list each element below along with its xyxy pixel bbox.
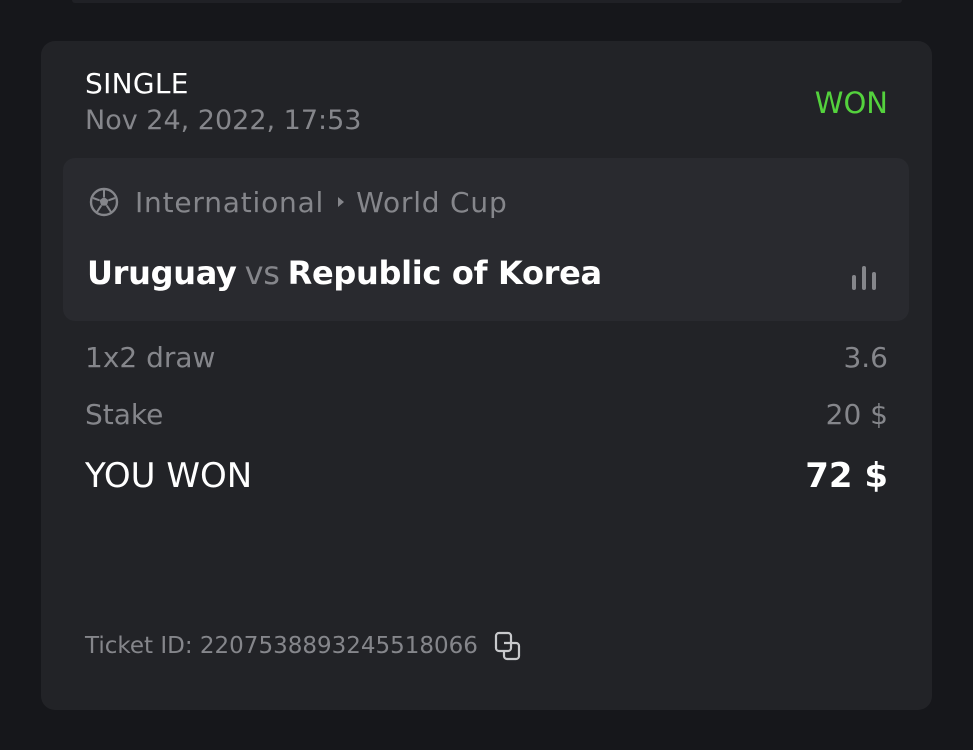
winnings-row: YOU WON 72 $ <box>85 456 888 496</box>
ticket-id-text: Ticket ID: 2207538893245518066 <box>85 633 478 659</box>
bet-type: SINGLE <box>85 67 189 100</box>
bet-ticket-card[interactable]: SINGLE Nov 24, 2022, 17:53 WON Internati… <box>41 41 932 710</box>
match-title: Uruguay vs Republic of Korea <box>87 254 602 292</box>
winnings-value: 72 $ <box>805 456 888 496</box>
away-team: Republic of Korea <box>287 254 603 292</box>
market-label: 1x2 draw <box>85 341 216 374</box>
previous-card-edge <box>72 0 902 3</box>
ticket-id-row: Ticket ID: 2207538893245518066 <box>85 631 522 661</box>
copy-icon[interactable] <box>494 631 522 661</box>
vs-label: vs <box>244 254 280 292</box>
bet-status-badge: WON <box>814 86 888 120</box>
caret-right-icon <box>338 197 345 207</box>
league-breadcrumb: International World Cup <box>89 184 508 220</box>
bar-chart-icon[interactable] <box>849 264 879 290</box>
category-label: International <box>135 185 325 219</box>
home-team: Uruguay <box>87 254 237 292</box>
odds-value: 3.6 <box>843 341 888 374</box>
stake-label: Stake <box>85 398 164 431</box>
bet-date: Nov 24, 2022, 17:53 <box>85 105 362 136</box>
league-label: World Cup <box>356 185 508 219</box>
soccer-ball-icon <box>89 187 119 217</box>
winnings-label: YOU WON <box>85 456 253 496</box>
stake-value: 20 $ <box>825 398 888 431</box>
event-box[interactable]: International World Cup Uruguay vs Republi… <box>63 158 909 321</box>
selection-row: 1x2 draw 3.6 <box>85 341 888 374</box>
stake-row: Stake 20 $ <box>85 398 888 431</box>
